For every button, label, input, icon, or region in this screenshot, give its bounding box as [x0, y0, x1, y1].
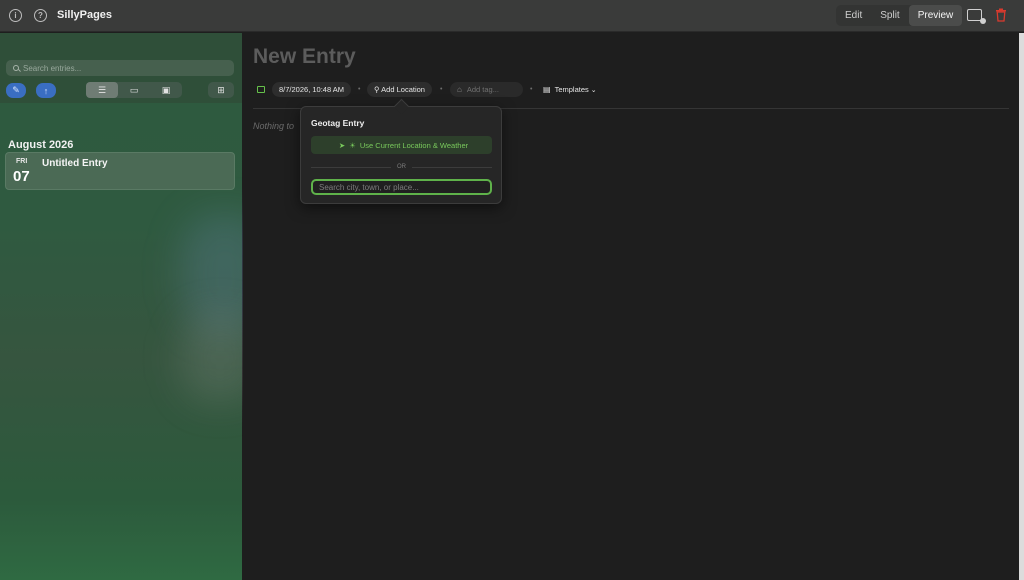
tag-input[interactable] [466, 85, 521, 94]
tag-icon: ⌂ [457, 85, 462, 94]
separator-dot: • [530, 86, 533, 93]
use-location-label: Use Current Location & Weather [359, 140, 469, 150]
popover-title: Geotag Entry [311, 118, 365, 128]
template-icon: ▤ [543, 85, 551, 94]
entry-day: 07 [13, 168, 30, 185]
search-icon [13, 65, 19, 71]
sidebar-view-switcher: ☰ ▭ ▣ [86, 82, 182, 98]
entry-title-label: Untitled Entry [42, 158, 108, 169]
place-search-input[interactable] [319, 182, 484, 192]
add-photo-icon[interactable] [967, 9, 986, 24]
sun-icon: ☀ [349, 140, 356, 150]
or-divider: OR [311, 162, 492, 172]
entry-title[interactable]: New Entry [253, 45, 356, 69]
info-icon[interactable]: i [9, 9, 22, 22]
month-header: August 2026 [8, 139, 74, 151]
add-location-button[interactable]: ⚲ Add Location [367, 82, 432, 97]
entry-search[interactable] [6, 60, 234, 76]
use-current-location-button[interactable]: ➤ ☀ Use Current Location & Weather [311, 136, 492, 154]
split-mode-button[interactable]: Split [871, 5, 908, 26]
list-icon: ☰ [97, 84, 107, 95]
body-placeholder: Nothing to [253, 121, 295, 131]
photos-icon: ▣ [161, 84, 171, 95]
gallery-view-button[interactable]: ▣ [150, 82, 182, 98]
chevron-down-icon: ⌄ [590, 86, 597, 94]
edit-mode-button[interactable]: Edit [836, 5, 871, 26]
templates-label: Templates [554, 85, 589, 94]
map-view-button[interactable]: ⊞ [208, 82, 234, 98]
search-input[interactable] [23, 63, 223, 73]
view-mode-segmented-control: Edit Split Preview [836, 5, 963, 26]
templates-menu[interactable]: ▤ Templates ⌄ [543, 82, 597, 97]
trash-icon[interactable] [995, 8, 1007, 22]
compose-icon: ✎ [12, 85, 20, 95]
separator-dot: • [358, 86, 361, 93]
place-search-field[interactable] [311, 179, 492, 195]
tag-field[interactable]: ⌂ [450, 82, 523, 97]
calendar-icon [257, 86, 265, 93]
calendar-view-button[interactable]: ▭ [118, 82, 150, 98]
date-pill[interactable]: 8/7/2026, 10:48 AM [272, 82, 352, 97]
map-icon: ⊞ [217, 84, 225, 95]
or-label: OR [397, 164, 406, 170]
export-button[interactable]: ↑ [36, 83, 56, 98]
new-entry-button[interactable]: ✎ [6, 83, 26, 98]
preview-mode-button[interactable]: Preview [908, 5, 963, 26]
app-title: SillyPages [57, 9, 113, 21]
upload-icon: ↑ [43, 85, 49, 96]
entry-list-item[interactable]: FRI 07 Untitled Entry [5, 152, 235, 190]
entry-weekday: FRI [16, 158, 28, 165]
geotag-popover: Geotag Entry ➤ ☀ Use Current Location & … [300, 106, 502, 204]
separator-dot: • [440, 86, 443, 93]
calendar-icon: ▭ [129, 84, 139, 95]
location-pin-icon: ⚲ [374, 85, 380, 94]
location-arrow-icon: ➤ [338, 140, 346, 150]
entry-date: 8/7/2026, 10:48 AM [272, 82, 352, 97]
window-edge [1019, 33, 1024, 580]
help-icon[interactable]: ? [34, 9, 47, 22]
add-location-label: Add Location [381, 85, 425, 94]
sidebar: ✎ ↑ ☰ ▭ ▣ ⊞ August 2026 FRI 07 Untitled … [0, 33, 270, 580]
list-view-button[interactable]: ☰ [86, 82, 118, 98]
title-bar: i ? SillyPages Edit Split Preview [0, 0, 1024, 32]
